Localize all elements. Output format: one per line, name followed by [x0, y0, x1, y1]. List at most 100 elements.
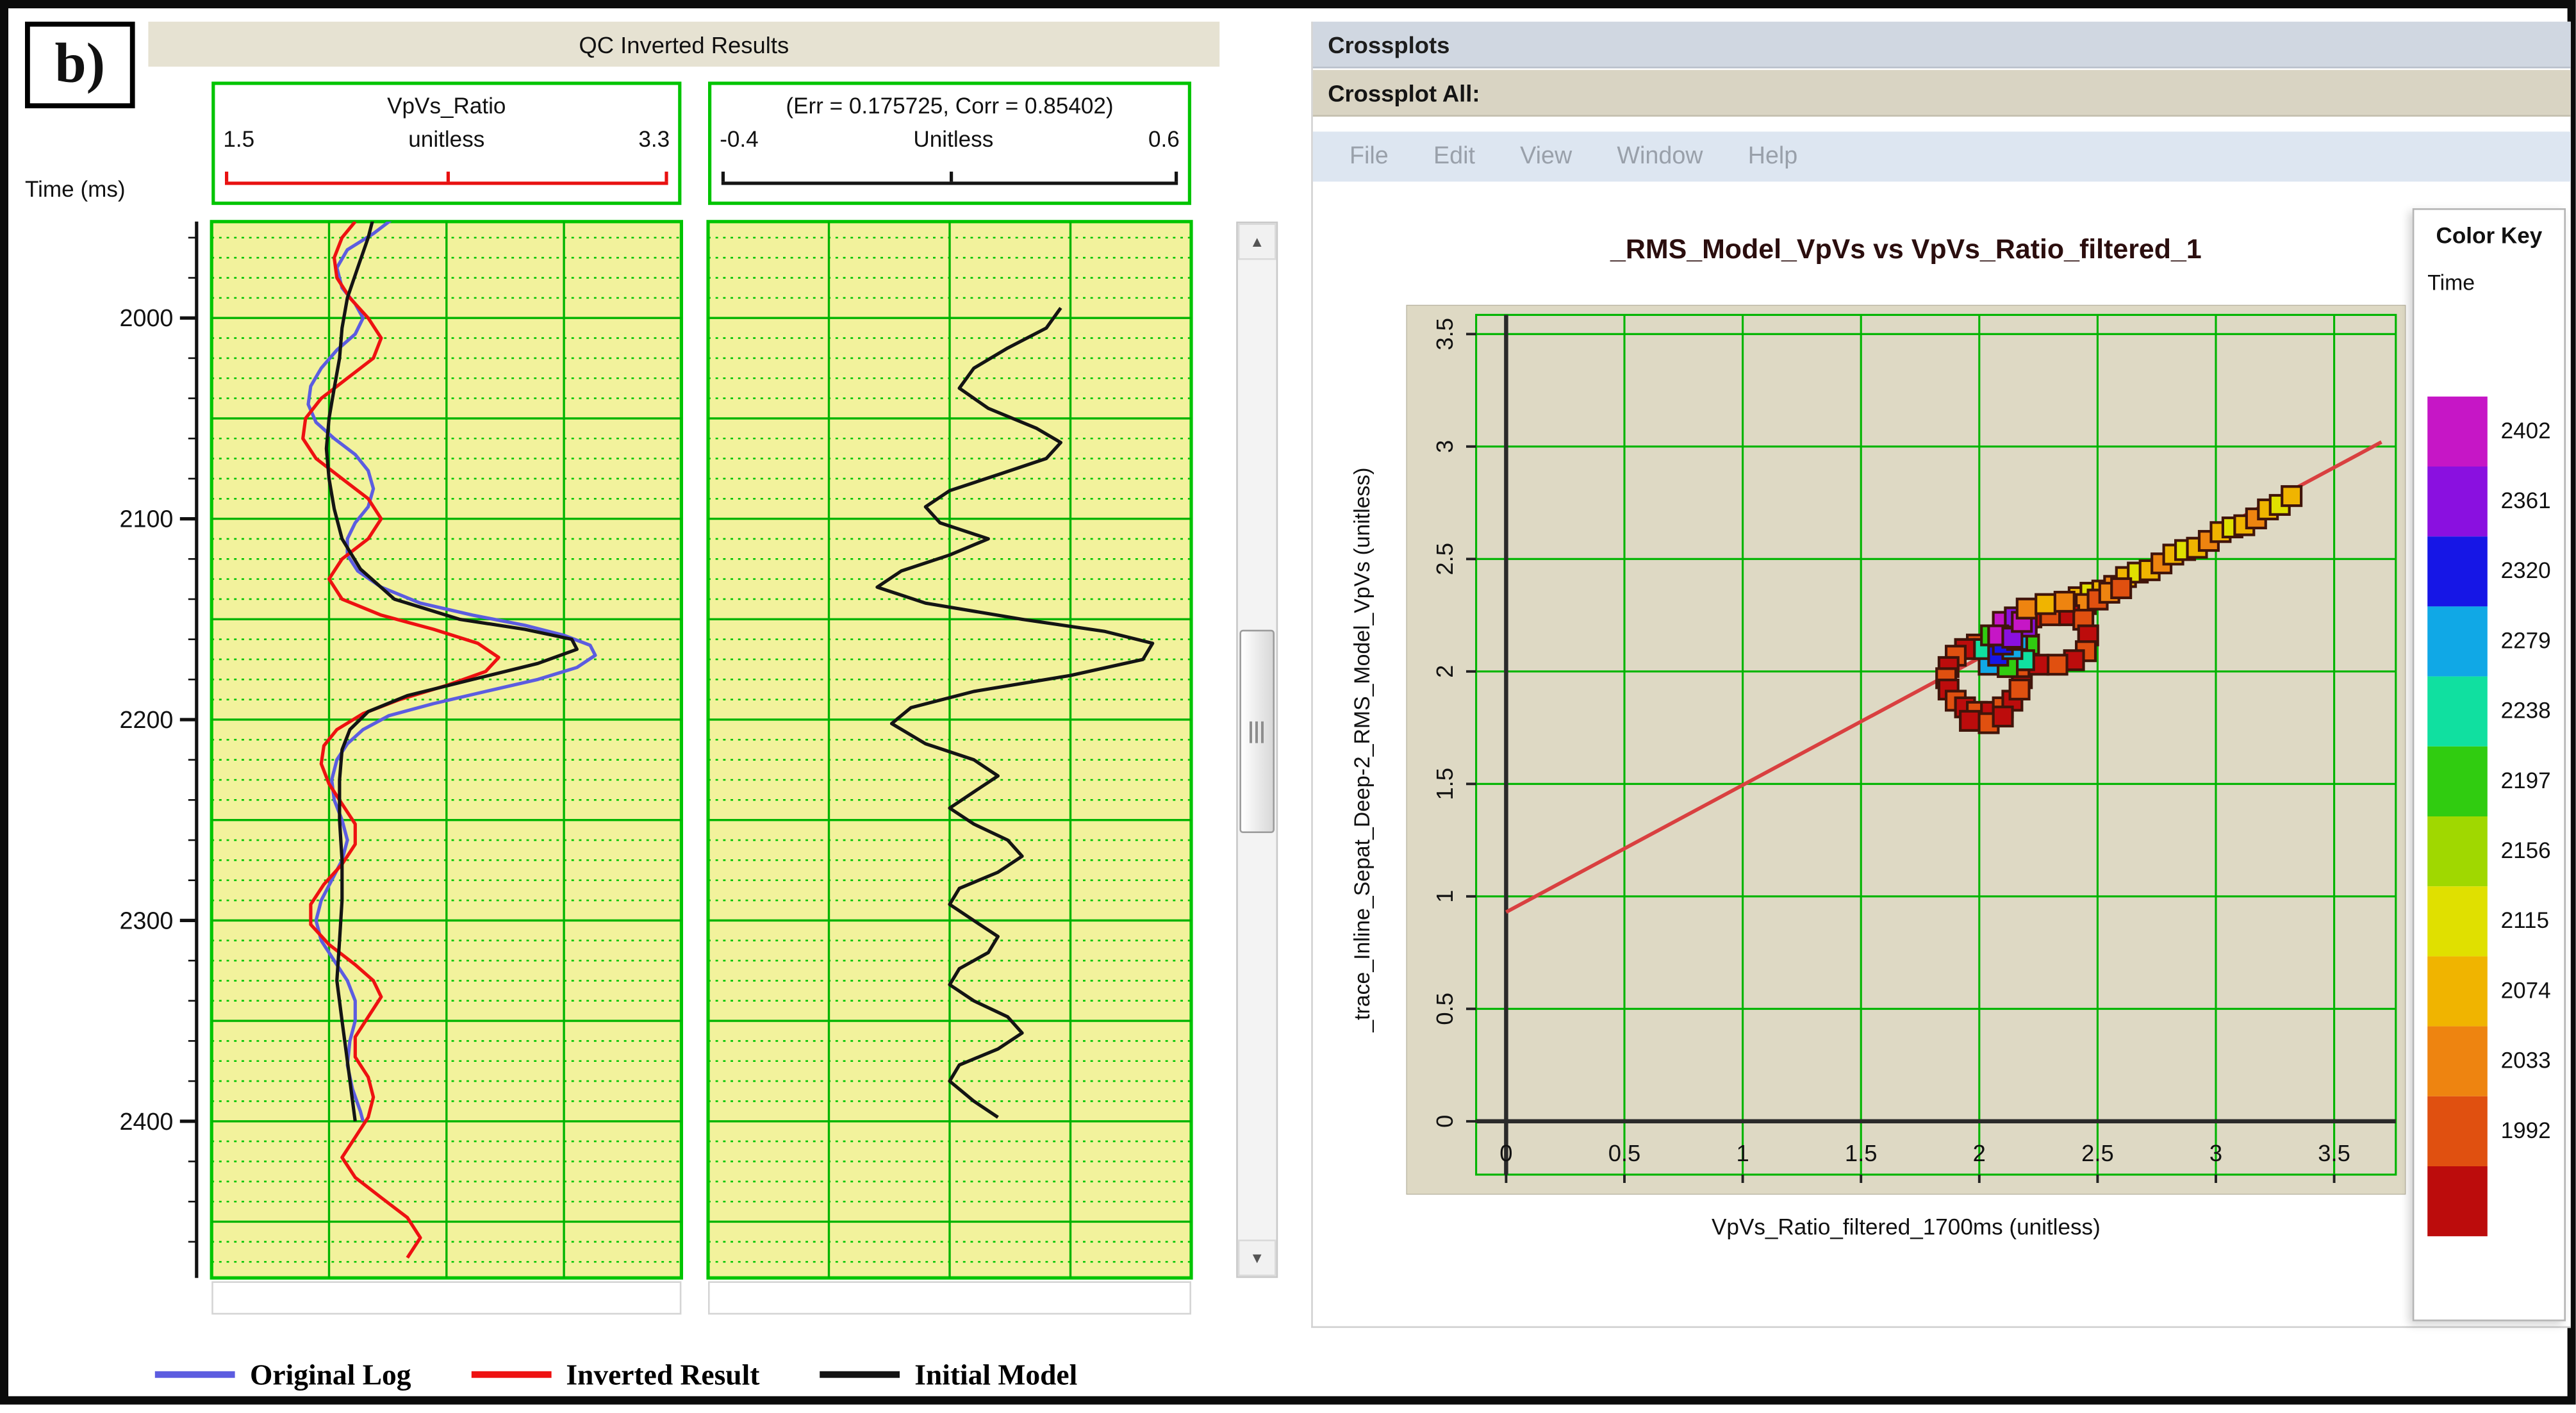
- scroll-down-icon[interactable]: ▼: [1238, 1239, 1276, 1276]
- color-key-swatch: [2427, 606, 2488, 676]
- track2-title: (Err = 0.175725, Corr = 0.85402): [711, 94, 1188, 119]
- y-tick-label: 3.5: [1432, 318, 1458, 351]
- crossplot-canvas: 0 0.5 1 1.5 2 2.5 3 3.5 0 0.5 1 1.5 2 2.5 3 3.5: [1406, 305, 2406, 1194]
- legend-item: Initial Model: [820, 1357, 1077, 1392]
- color-key-variable: Time: [2427, 270, 2475, 295]
- y-tick-label: 1: [1432, 890, 1458, 903]
- time-tick-label: 2000: [120, 304, 174, 331]
- track1-max: 3.3: [638, 127, 670, 152]
- color-key-swatch: [2427, 467, 2488, 536]
- scatter-point: [2111, 579, 2131, 598]
- legend-label: Inverted Result: [566, 1357, 759, 1392]
- color-key-swatch: [2427, 816, 2488, 886]
- x-tick-label: 3.5: [2318, 1140, 2350, 1166]
- menu-window[interactable]: Window: [1617, 144, 1703, 170]
- x-tick-label: 1: [1736, 1140, 1749, 1166]
- screenshot-root: b) QC Inverted Results Time (ms) VpVs_Ra…: [0, 0, 2576, 1405]
- curve-legend: Original Log Inverted Result Initial Model: [155, 1348, 1077, 1401]
- x-tick-label: 2: [1973, 1140, 1986, 1166]
- color-key-swatch: [2427, 397, 2488, 467]
- color-key-swatch: [2427, 1166, 2488, 1236]
- track1-units: unitless: [408, 127, 484, 152]
- menu-help[interactable]: Help: [1748, 144, 1798, 170]
- legend-line-swatch: [471, 1371, 551, 1377]
- color-key-value: 2074: [2501, 978, 2551, 1003]
- log-scrollbar[interactable]: ▲ ▼: [1236, 222, 1278, 1278]
- time-tick-label: 2200: [120, 706, 174, 733]
- scatter-point: [2017, 599, 2036, 618]
- color-key-swatch: [2427, 747, 2488, 816]
- color-key-value: 2033: [2501, 1048, 2551, 1073]
- track2-min: -0.4: [720, 127, 758, 152]
- scroll-up-icon[interactable]: ▲: [1238, 223, 1276, 260]
- x-tick-label: 2.5: [2081, 1140, 2114, 1166]
- crossplot-title: _RMS_Model_VpVs vs VpVs_Ratio_filtered_1: [1406, 235, 2406, 267]
- color-key-swatch: [2427, 536, 2488, 606]
- color-key-value: 2320: [2501, 558, 2551, 583]
- panel-label: b): [25, 22, 135, 108]
- scatter-point: [2048, 655, 2067, 674]
- crossplot-x-axis-label: VpVs_Ratio_filtered_1700ms (unitless): [1406, 1214, 2406, 1239]
- legend-label: Original Log: [250, 1357, 411, 1392]
- color-key-value: 2279: [2501, 628, 2551, 653]
- color-key-swatch: [2427, 1027, 2488, 1096]
- scatter-point: [2010, 680, 2029, 699]
- color-key-swatch: [2427, 956, 2488, 1026]
- scatter-point: [2036, 595, 2055, 614]
- color-key-value: 2238: [2501, 698, 2551, 723]
- scatter-point: [1994, 707, 2013, 726]
- color-key-swatch: [2427, 677, 2488, 747]
- track2-max: 0.6: [1148, 127, 1180, 152]
- legend-line-swatch: [820, 1371, 900, 1377]
- track2-units: Unitless: [913, 127, 993, 152]
- x-tick-label: 0.5: [1608, 1140, 1641, 1166]
- y-tick-label: 3: [1432, 440, 1458, 453]
- crossplots-window: Crossplots Crossplot All: File Edit View Wi…: [1311, 22, 2571, 1328]
- time-tick-label: 2100: [120, 506, 174, 533]
- menu-bar: File Edit View Window Help: [1313, 131, 2571, 181]
- y-tick-label: 2.5: [1432, 543, 1458, 575]
- y-tick-label: 1.5: [1432, 768, 1458, 800]
- color-key-value: 2197: [2501, 768, 2551, 793]
- x-tick-label: 0: [1499, 1140, 1512, 1166]
- scrollbar-grip-icon: [1250, 721, 1264, 743]
- color-key-value: 1992: [2501, 1118, 2551, 1143]
- legend-label: Initial Model: [914, 1357, 1077, 1392]
- scatter-point: [1960, 711, 1979, 731]
- menu-view[interactable]: View: [1520, 144, 1572, 170]
- scatter-point: [2055, 592, 2074, 611]
- track1-footer-box: [211, 1281, 681, 1314]
- color-key-swatch: [2427, 1096, 2488, 1166]
- x-tick-label: 1.5: [1845, 1140, 1878, 1166]
- crossplot-y-axis-label: _trace_Inline_Sepat_Deep-2_RMS_Model_VpV…: [1350, 305, 1375, 1194]
- figure-frame: b) QC Inverted Results Time (ms) VpVs_Ra…: [0, 0, 2576, 1405]
- y-tick-label: 0.5: [1432, 993, 1458, 1025]
- time-tick-label: 2400: [120, 1108, 174, 1135]
- legend-line-swatch: [155, 1371, 235, 1377]
- color-key-swatch: [2427, 886, 2488, 956]
- x-tick-label: 3: [2209, 1140, 2222, 1166]
- track2-scale-bar: [722, 181, 1178, 185]
- color-key-value: 2156: [2501, 838, 2551, 863]
- track1-header: VpVs_Ratio 1.5 unitless 3.3: [211, 81, 681, 204]
- track1-min: 1.5: [223, 127, 254, 152]
- color-key-value: 2402: [2501, 418, 2551, 443]
- track1-scale-bar: [225, 181, 668, 185]
- y-tick-label: 2: [1432, 665, 1458, 678]
- menu-edit[interactable]: Edit: [1433, 144, 1475, 170]
- scrollbar-thumb[interactable]: [1239, 630, 1275, 833]
- legend-item: Inverted Result: [471, 1357, 759, 1392]
- scatter-point: [2282, 486, 2301, 506]
- log-tracks-canvas: 2000 2100 2200 2300 2400: [8, 8, 1291, 1413]
- color-key-value: 2115: [2501, 908, 2549, 933]
- color-key-panel: Color Key Time 2402236123202279223821972…: [2413, 208, 2566, 1321]
- crossplot-all-bar[interactable]: Crossplot All:: [1313, 70, 2571, 117]
- time-tick-label: 2300: [120, 907, 174, 934]
- y-tick-label: 0: [1432, 1115, 1458, 1128]
- menu-file[interactable]: File: [1350, 144, 1389, 170]
- track2-header: (Err = 0.175725, Corr = 0.85402) -0.4 Un…: [708, 81, 1191, 204]
- legend-item: Original Log: [155, 1357, 411, 1392]
- track2-footer-box: [708, 1281, 1191, 1314]
- color-key-value: 2361: [2501, 488, 2551, 513]
- crossplots-titlebar[interactable]: Crossplots: [1313, 22, 2571, 69]
